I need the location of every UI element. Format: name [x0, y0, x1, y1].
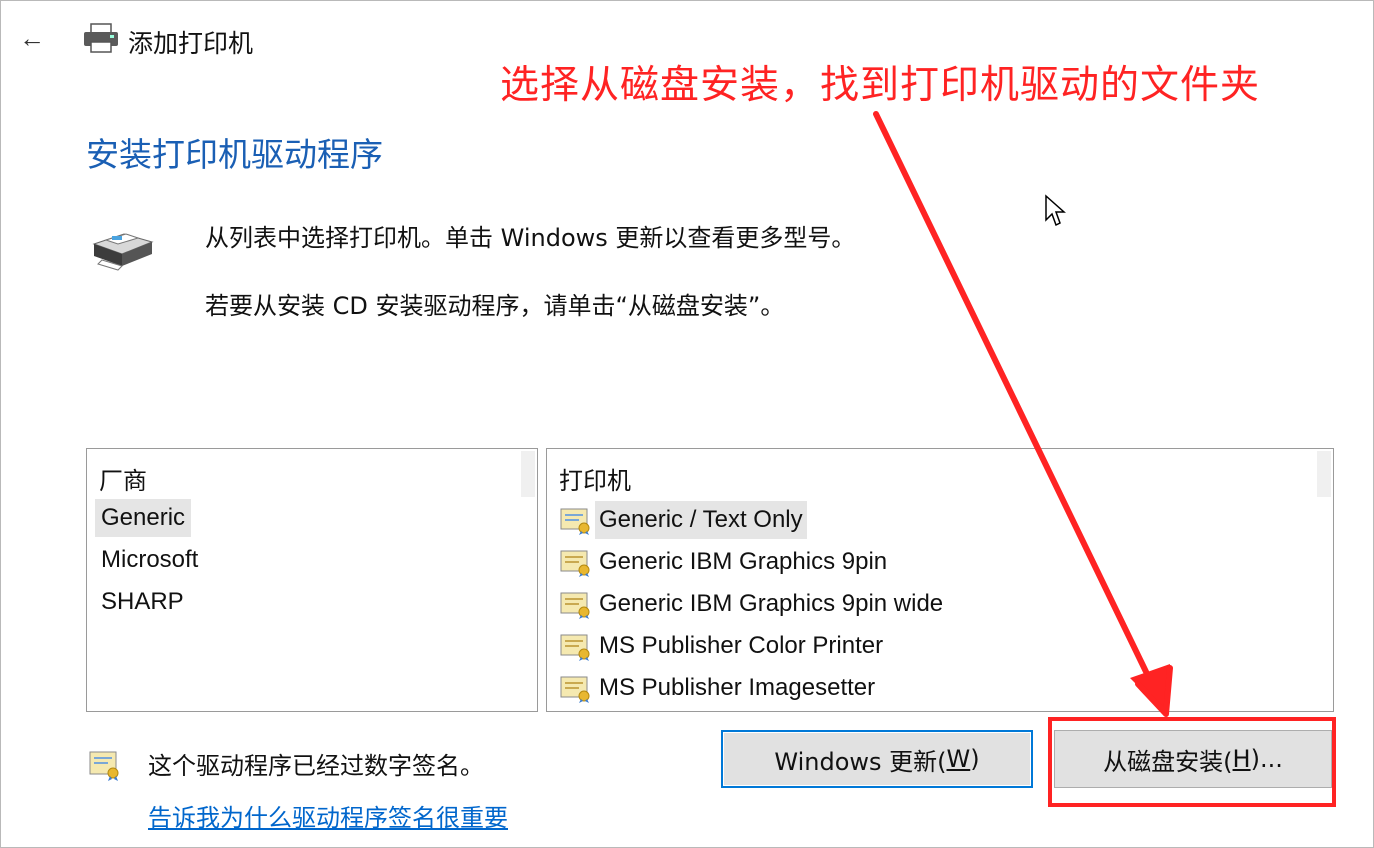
driver-signing-link[interactable]: 告诉我为什么驱动程序签名很重要 — [148, 798, 508, 833]
printer-item[interactable]: Generic IBM Graphics 9pin wide — [559, 585, 947, 623]
printer-item-label: Generic / Text Only — [595, 501, 807, 539]
description-line-2: 若要从安装 CD 安装驱动程序，请单击“从磁盘安装”。 — [205, 292, 785, 320]
printer-scrollbar[interactable] — [1317, 451, 1331, 497]
manufacturer-item-microsoft[interactable]: Microsoft — [95, 541, 204, 579]
back-arrow-icon[interactable]: ← — [14, 22, 50, 58]
annotation-highlight-box — [1048, 717, 1336, 807]
windows-update-button[interactable]: Windows 更新(W) — [721, 730, 1033, 788]
manufacturer-list[interactable]: 厂商 Generic Microsoft SHARP — [86, 448, 538, 712]
manufacturer-item-sharp[interactable]: SHARP — [95, 583, 190, 621]
printer-item[interactable]: Generic / Text Only — [559, 501, 807, 539]
annotation-text: 选择从磁盘安装，找到打印机驱动的文件夹 — [500, 63, 1261, 108]
manufacturer-item-generic[interactable]: Generic — [95, 499, 192, 537]
printer-item-label: MS Publisher Color Printer — [599, 632, 884, 659]
manufacturer-scrollbar[interactable] — [521, 451, 535, 497]
printer-item-label: MS Publisher Imagesetter — [599, 674, 876, 701]
windows-update-label-suffix: ) — [970, 745, 980, 773]
printer-column-header: 打印机 — [559, 467, 631, 495]
certified-driver-icon — [560, 550, 590, 577]
description-line-1: 从列表中选择打印机。单击 Windows 更新以查看更多型号。 — [205, 224, 856, 252]
printer-item[interactable]: Generic IBM Graphics 9pin — [559, 543, 891, 581]
manufacturer-column-header: 厂商 — [99, 467, 147, 495]
signed-driver-icon — [89, 751, 119, 781]
mouse-cursor-icon — [1045, 194, 1066, 227]
certified-driver-icon — [560, 592, 590, 619]
certified-driver-icon — [560, 508, 590, 535]
windows-update-accesskey: W — [946, 745, 971, 773]
page-title: 安装打印机驱动程序 — [86, 135, 383, 174]
printer-item-label: Generic IBM Graphics 9pin — [599, 548, 888, 575]
window-title: 添加打印机 — [128, 29, 254, 58]
signed-driver-text: 这个驱动程序已经过数字签名。 — [148, 752, 484, 780]
certified-driver-icon — [560, 676, 590, 703]
printer-item[interactable]: MS Publisher Imagesetter — [559, 669, 879, 707]
printer-icon — [84, 23, 118, 53]
certified-driver-icon — [560, 634, 590, 661]
printer-illustration-icon — [92, 233, 154, 271]
printer-item[interactable]: MS Publisher Color Printer — [559, 627, 887, 665]
printer-item-label: Generic IBM Graphics 9pin wide — [599, 590, 944, 617]
printer-list[interactable]: 打印机 Generic / Text Only Generic IBM Grap… — [546, 448, 1334, 712]
windows-update-label-prefix: Windows 更新( — [774, 747, 947, 776]
